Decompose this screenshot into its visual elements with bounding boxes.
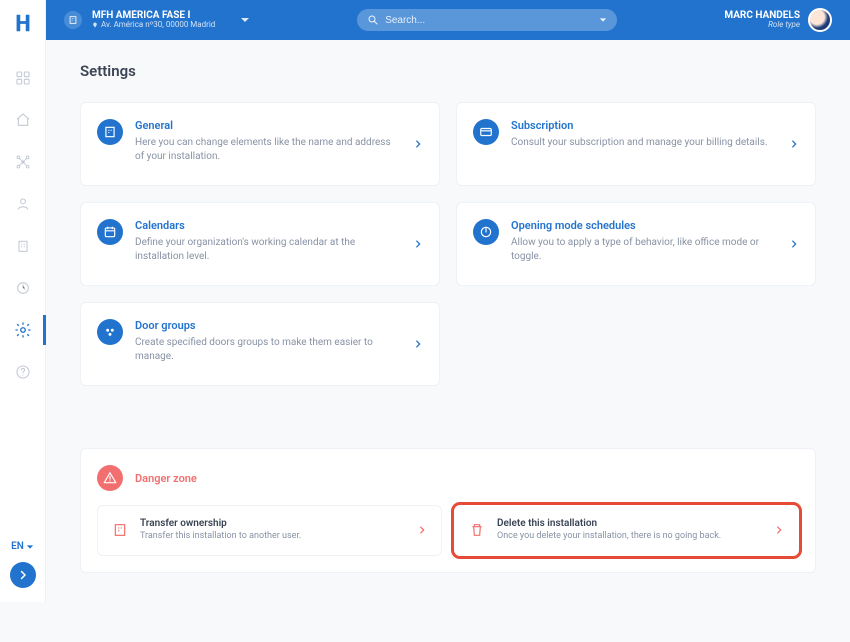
card-desc: Consult your subscription and manage you…: [511, 136, 777, 150]
page-title: Settings: [80, 62, 816, 80]
chevron-right-icon: [413, 339, 423, 349]
chevron-right-icon: [774, 525, 784, 535]
caret-down-icon: [26, 543, 34, 551]
search-box[interactable]: [357, 9, 617, 31]
installation-switcher[interactable]: MFH AMÉRICA FASE I Av. América nº30, 000…: [64, 10, 250, 30]
chevron-right-icon: [413, 239, 423, 249]
card-title: Door groups: [135, 319, 401, 332]
card-doorgroups[interactable]: Door groups Create specified doors group…: [80, 302, 440, 386]
card-calendars[interactable]: Calendars Define your organization's wor…: [80, 202, 440, 286]
nav-network[interactable]: [0, 148, 46, 176]
pin-icon: [92, 22, 98, 28]
group-icon: [97, 319, 123, 345]
avatar: [808, 8, 832, 32]
card-icon-badge: [473, 119, 499, 145]
settings-cards: General Here you can change elements lik…: [80, 102, 816, 386]
card-title: Opening mode schedules: [511, 219, 777, 232]
collapse-sidebar-button[interactable]: [10, 562, 36, 588]
search-input[interactable]: [385, 15, 599, 26]
nav-history[interactable]: [0, 274, 46, 302]
main: Settings General Here you can change ele…: [46, 40, 850, 602]
help-icon: [15, 364, 31, 380]
app-logo[interactable]: [12, 12, 34, 34]
user-info: MARC HANDELS Role type: [724, 10, 800, 30]
transfer-ownership-button[interactable]: Transfer ownership Transfer this install…: [97, 505, 442, 556]
sidebar-nav: [0, 64, 46, 386]
card-desc: Create specified doors groups to make th…: [135, 336, 401, 364]
warning-icon: [97, 465, 123, 491]
power-icon: [473, 219, 499, 245]
nav-help[interactable]: [0, 358, 46, 386]
history-icon: [15, 280, 31, 296]
danger-title: Danger zone: [135, 472, 197, 485]
trash-icon: [469, 522, 485, 538]
card-desc: Allow you to apply a type of behavior, l…: [511, 236, 777, 264]
caret-down-icon: [599, 16, 607, 24]
chevron-right-icon: [789, 139, 799, 149]
danger-actions: Transfer ownership Transfer this install…: [97, 505, 799, 556]
danger-zone: Danger zone Transfer ownership Transfer …: [80, 448, 816, 573]
danger-header: Danger zone: [97, 465, 799, 491]
caret-down-icon: [240, 15, 250, 25]
user-role: Role type: [724, 21, 800, 30]
building-icon: [97, 119, 123, 145]
sidebar-footer: EN: [10, 541, 36, 602]
gear-icon: [14, 321, 32, 339]
nav-dashboard[interactable]: [0, 64, 46, 92]
nav-home[interactable]: [0, 106, 46, 134]
card-schedules[interactable]: Opening mode schedules Allow you to appl…: [456, 202, 816, 286]
building-icon: [15, 238, 31, 254]
delete-installation-button[interactable]: Delete this installation Once you delete…: [454, 505, 799, 556]
card-title: General: [135, 119, 401, 132]
search-icon: [367, 14, 379, 26]
language-label: EN: [11, 541, 24, 552]
action-title: Transfer ownership: [140, 518, 405, 529]
sidebar: EN: [0, 0, 46, 602]
card-general[interactable]: General Here you can change elements lik…: [80, 102, 440, 186]
action-desc: Transfer this installation to another us…: [140, 531, 405, 543]
building-icon: [64, 11, 82, 29]
user-icon: [15, 196, 31, 212]
chevron-right-icon: [789, 239, 799, 249]
action-title: Delete this installation: [497, 518, 762, 529]
nav-installation[interactable]: [0, 232, 46, 260]
nav-users[interactable]: [0, 190, 46, 218]
language-selector[interactable]: EN: [11, 541, 34, 552]
user-menu[interactable]: MARC HANDELS Role type: [724, 8, 832, 32]
card-title: Subscription: [511, 119, 777, 132]
nav-settings[interactable]: [0, 316, 46, 344]
chevron-right-icon: [17, 569, 29, 581]
card-subscription[interactable]: Subscription Consult your subscription a…: [456, 102, 816, 186]
installation-info: MFH AMÉRICA FASE I Av. América nº30, 000…: [92, 10, 215, 30]
network-icon: [15, 154, 31, 170]
action-desc: Once you delete your installation, there…: [497, 531, 762, 543]
transfer-icon: [112, 522, 128, 538]
card-desc: Here you can change elements like the na…: [135, 136, 401, 164]
installation-address: Av. América nº30, 00000 Madrid: [92, 21, 215, 30]
card-desc: Define your organization's working calen…: [135, 236, 401, 264]
dashboard-icon: [15, 70, 31, 86]
card-title: Calendars: [135, 219, 401, 232]
subscription-icon: [479, 125, 493, 139]
chevron-right-icon: [417, 525, 427, 535]
home-icon: [15, 112, 31, 128]
calendar-icon: [97, 219, 123, 245]
chevron-right-icon: [413, 139, 423, 149]
header: MFH AMÉRICA FASE I Av. América nº30, 000…: [46, 0, 850, 40]
